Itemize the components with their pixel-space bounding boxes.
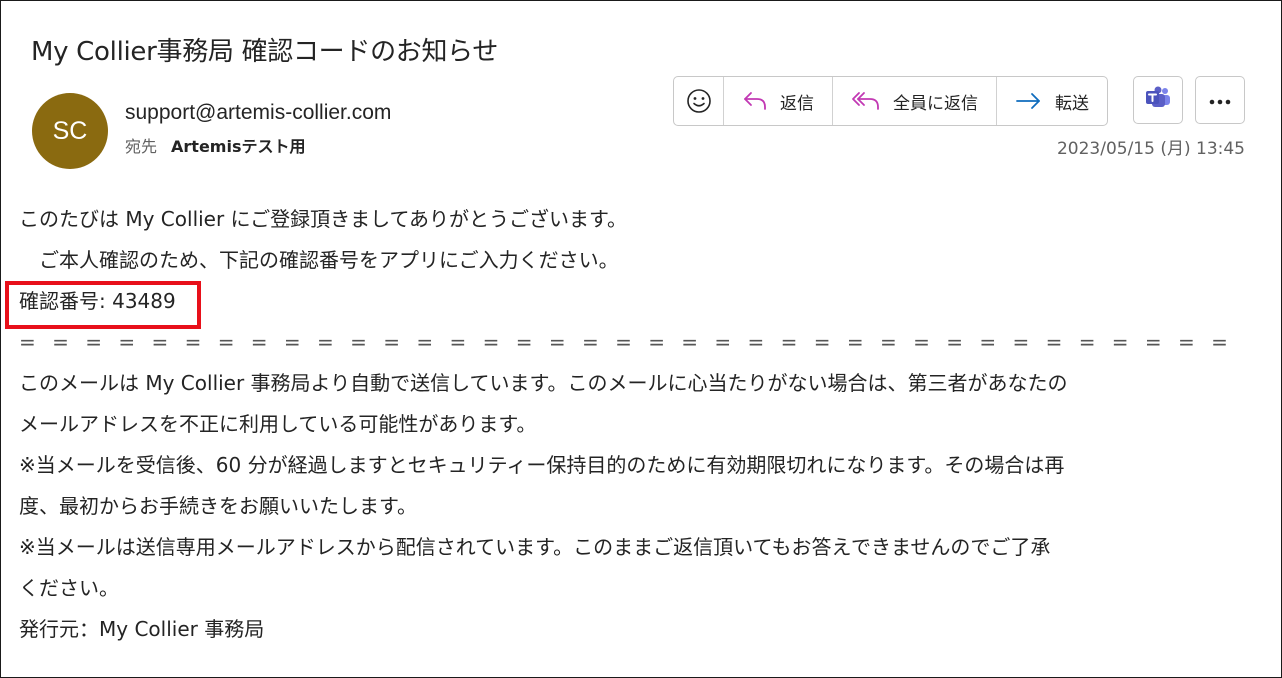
more-actions-button[interactable] — [1195, 76, 1245, 124]
body-line: メールアドレスを不正に利用している可能性があります。 — [19, 412, 537, 436]
message-action-toolbar: 返信 全員に返信 転送 — [673, 76, 1108, 126]
reply-all-button[interactable]: 全員に返信 — [833, 77, 997, 125]
sender-address[interactable]: support@artemis-collier.com — [125, 101, 391, 125]
body-line: このたびは My Collier にご登録頂きましてありがとうございます。 — [19, 207, 627, 231]
reply-button[interactable]: 返信 — [724, 77, 833, 125]
email-reading-pane: My Collier事務局 確認コードのお知らせ SC support@arte… — [0, 0, 1282, 678]
issuer-line: 発行元：My Collier 事務局 — [19, 617, 265, 641]
forward-icon — [1015, 90, 1043, 112]
react-button[interactable] — [674, 77, 724, 125]
reply-all-icon — [851, 90, 881, 112]
body-line: このメールは My Collier 事務局より自動で送信しています。このメールに… — [19, 371, 1068, 395]
reply-all-label: 全員に返信 — [893, 93, 978, 114]
teams-button[interactable] — [1133, 76, 1183, 124]
separator-line: = = = = = = = = = = = = = = = = = = = = … — [19, 330, 1233, 354]
sender-avatar[interactable]: SC — [32, 93, 108, 169]
more-horizontal-icon — [1208, 91, 1232, 110]
received-timestamp: 2023/05/15 (月) 13:45 — [1056, 139, 1245, 159]
body-line: ください。 — [19, 576, 119, 600]
recipient-line: 宛先 Artemisテスト用 — [125, 133, 305, 157]
reply-icon — [742, 90, 768, 112]
teams-icon — [1144, 84, 1172, 116]
email-subject: My Collier事務局 確認コードのお知らせ — [31, 37, 499, 67]
body-line: 度、最初からお手続きをお願いいたします。 — [19, 494, 417, 518]
avatar-initials: SC — [52, 116, 88, 145]
body-line: ※当メールを受信後、60 分が経過しますとセキュリティー保持目的のために有効期限… — [19, 453, 1065, 477]
recipient-name[interactable]: Artemisテスト用 — [171, 137, 305, 156]
forward-label: 転送 — [1055, 93, 1089, 114]
verification-code-line: 確認番号: 43489 — [5, 281, 1259, 329]
body-line: ご本人確認のため、下記の確認番号をアプリにご入力ください。 — [19, 248, 619, 272]
to-label: 宛先 — [125, 137, 158, 156]
forward-button[interactable]: 転送 — [997, 77, 1107, 125]
email-body: このたびは My Collier にご登録頂きましてありがとうございます。 ご本… — [5, 199, 1259, 650]
smiley-icon — [686, 88, 712, 114]
highlight-box — [5, 281, 201, 329]
reply-label: 返信 — [780, 93, 814, 114]
body-line: ※当メールは送信専用メールアドレスから配信されています。このままご返信頂いてもお… — [19, 535, 1051, 559]
